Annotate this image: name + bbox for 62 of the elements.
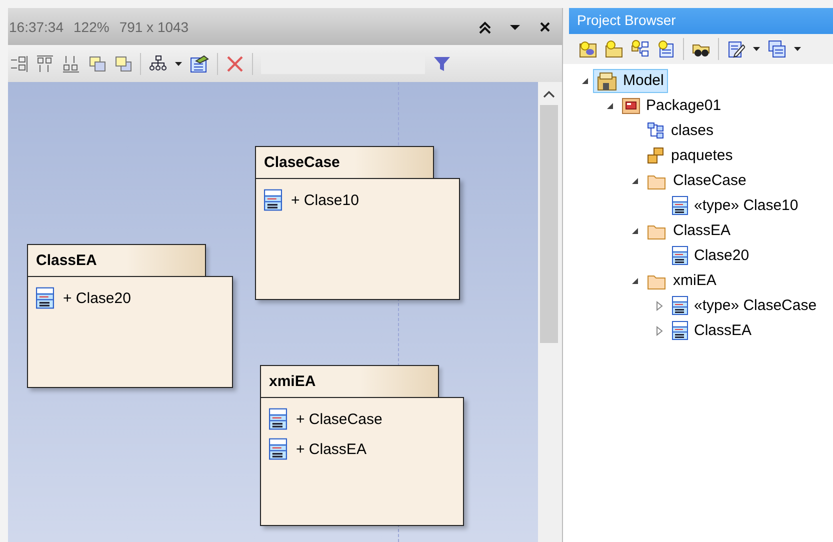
windows-icon[interactable] — [768, 40, 786, 58]
expanded-arrow-icon[interactable] — [631, 226, 639, 234]
class-diagram-icon — [647, 122, 665, 140]
align-bottom-icon[interactable] — [62, 54, 80, 72]
package-body[interactable]: + Clase20 — [27, 276, 233, 388]
tree-item[interactable]: paquetes — [643, 144, 737, 166]
caret-icon[interactable] — [753, 47, 760, 51]
package-diagram-icon — [647, 146, 665, 164]
class-icon — [672, 296, 688, 315]
package-icon — [622, 96, 640, 114]
caret-icon[interactable] — [175, 62, 182, 66]
align-icon[interactable] — [10, 54, 28, 72]
tree-item[interactable]: clases — [643, 120, 718, 142]
collapsed-arrow-icon[interactable] — [656, 300, 664, 310]
package-element-label: + Clase10 — [291, 192, 359, 208]
package-element-label: + ClassEA — [296, 440, 366, 458]
align-top-icon[interactable] — [36, 54, 54, 72]
expanded-arrow-icon[interactable] — [606, 102, 614, 110]
vertical-scrollbar[interactable] — [538, 82, 562, 542]
tree-item[interactable]: Model — [593, 68, 668, 92]
new-model-icon[interactable] — [579, 40, 597, 58]
package-element-label: + Clase20 — [63, 290, 131, 306]
new-package-icon[interactable] — [605, 40, 623, 58]
tree-item[interactable]: «type» ClaseCase — [668, 294, 821, 317]
filter-icon[interactable] — [433, 54, 451, 72]
class-icon — [672, 246, 688, 265]
class-icon — [672, 321, 688, 340]
new-diagram-icon[interactable] — [631, 40, 649, 58]
collapsed-arrow-icon[interactable] — [656, 326, 664, 336]
tree-item[interactable]: ClaseCase — [643, 170, 750, 192]
class-icon — [36, 287, 54, 309]
model-icon — [597, 70, 617, 90]
expanded-arrow-icon[interactable] — [631, 276, 639, 284]
diagram-status-text: 791 x 1043 — [119, 18, 189, 34]
document-edit-icon[interactable] — [727, 40, 745, 58]
diagram-status-text: 16:37:34 — [9, 18, 64, 34]
diagram-status-text: 122% — [74, 18, 110, 34]
send-back-icon[interactable] — [114, 54, 132, 72]
expanded-arrow-icon[interactable] — [631, 176, 639, 184]
tree-item[interactable]: xmiEA — [643, 270, 720, 292]
class-icon — [672, 196, 688, 215]
package-element-label: + ClaseCase — [296, 410, 382, 428]
tree-item[interactable]: Package01 — [618, 94, 726, 116]
bring-front-icon[interactable] — [88, 54, 106, 72]
package-body[interactable]: + ClaseCase + ClassEA — [260, 397, 464, 526]
class-icon — [269, 438, 287, 460]
tree-item[interactable]: «type» Clase10 — [668, 194, 802, 217]
class-icon — [269, 408, 287, 430]
scroll-up-icon[interactable] — [543, 90, 555, 99]
class-icon — [264, 189, 282, 211]
close-icon[interactable] — [539, 20, 551, 32]
properties-icon[interactable] — [190, 54, 209, 72]
panel-title: Project Browser — [563, 8, 833, 34]
caret-icon[interactable] — [794, 47, 801, 51]
new-element-icon[interactable] — [657, 40, 675, 58]
layout-tree-icon[interactable] — [149, 54, 167, 72]
tree-item[interactable]: ClassEA — [643, 220, 735, 242]
tree-item[interactable]: ClassEA — [668, 319, 756, 342]
package-body[interactable]: + Clase10 — [255, 178, 460, 300]
expanded-arrow-icon[interactable] — [581, 76, 589, 84]
delete-icon[interactable] — [226, 54, 244, 72]
tree-item[interactable]: Clase20 — [668, 244, 754, 267]
